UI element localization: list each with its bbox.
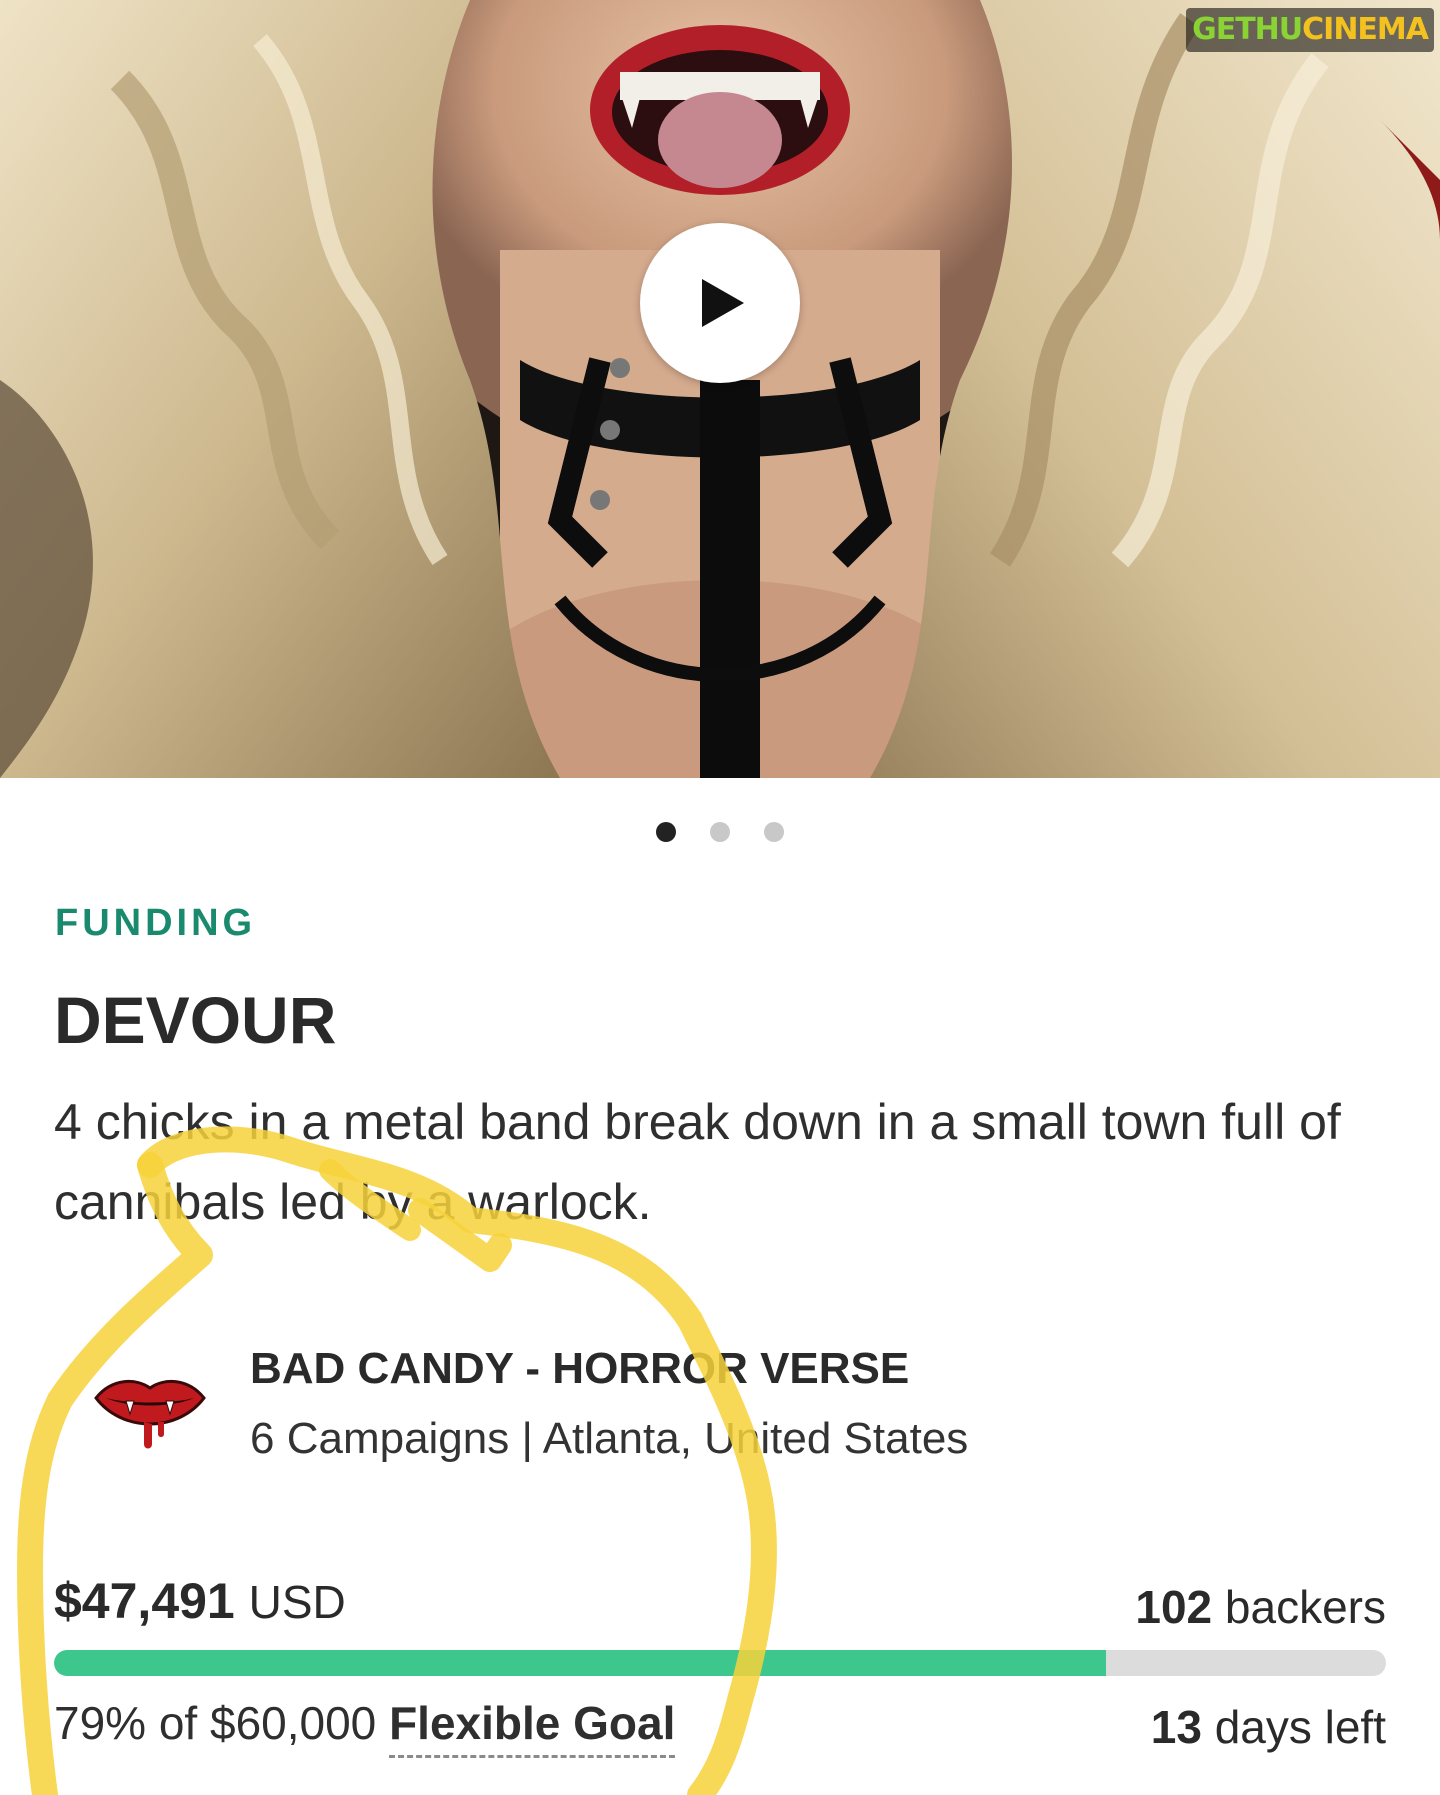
funding-goal: 79% of $60,000 Flexible Goal xyxy=(54,1696,676,1758)
days-label: days left xyxy=(1214,1701,1386,1753)
flexible-goal-link[interactable]: Flexible Goal xyxy=(389,1697,676,1758)
carousel-dot-2[interactable] xyxy=(710,822,730,842)
campaign-title: DEVOUR xyxy=(54,983,337,1057)
play-icon xyxy=(702,279,744,327)
watermark-part-2: CINEMA xyxy=(1302,12,1429,47)
funding-progress-fill xyxy=(54,1650,1107,1676)
campaign-tagline: 4 chicks in a metal band break down in a… xyxy=(54,1094,1341,1230)
raised-amount: $47,491 xyxy=(54,1573,235,1629)
funds-raised: $47,491 USD xyxy=(54,1572,346,1630)
days-number: 13 xyxy=(1150,1701,1202,1753)
days-remaining: 13 days left xyxy=(1151,1700,1386,1754)
creator-name: BAD CANDY - HORROR VERSE xyxy=(250,1344,910,1393)
creator-profile-link[interactable]: BAD CANDY - HORROR VERSE 6 Campaigns | A… xyxy=(92,1334,1352,1484)
vampire-lips-icon xyxy=(94,1379,206,1449)
backers-count: 102 backers xyxy=(1135,1580,1386,1634)
creator-meta: 6 Campaigns | Atlanta, United States xyxy=(250,1414,969,1463)
campaign-hero-image xyxy=(0,0,1440,778)
carousel-dot-1[interactable] xyxy=(656,822,676,842)
watermark-part-1: GETHU xyxy=(1192,12,1303,47)
funding-progress-bar xyxy=(54,1650,1386,1676)
watermark-logo: GETHUCINEMA xyxy=(1186,8,1434,52)
backers-label: backers xyxy=(1224,1581,1386,1633)
goal-percent-text: 79% of $60,000 xyxy=(54,1697,377,1749)
campaign-media[interactable]: GETHUCINEMA xyxy=(0,0,1440,778)
raised-currency: USD xyxy=(248,1576,346,1628)
play-video-button[interactable] xyxy=(640,223,800,383)
campaign-status-label: FUNDING xyxy=(55,902,257,944)
backers-number: 102 xyxy=(1135,1581,1213,1633)
carousel-dot-3[interactable] xyxy=(764,822,784,842)
carousel-indicators xyxy=(0,822,1440,842)
